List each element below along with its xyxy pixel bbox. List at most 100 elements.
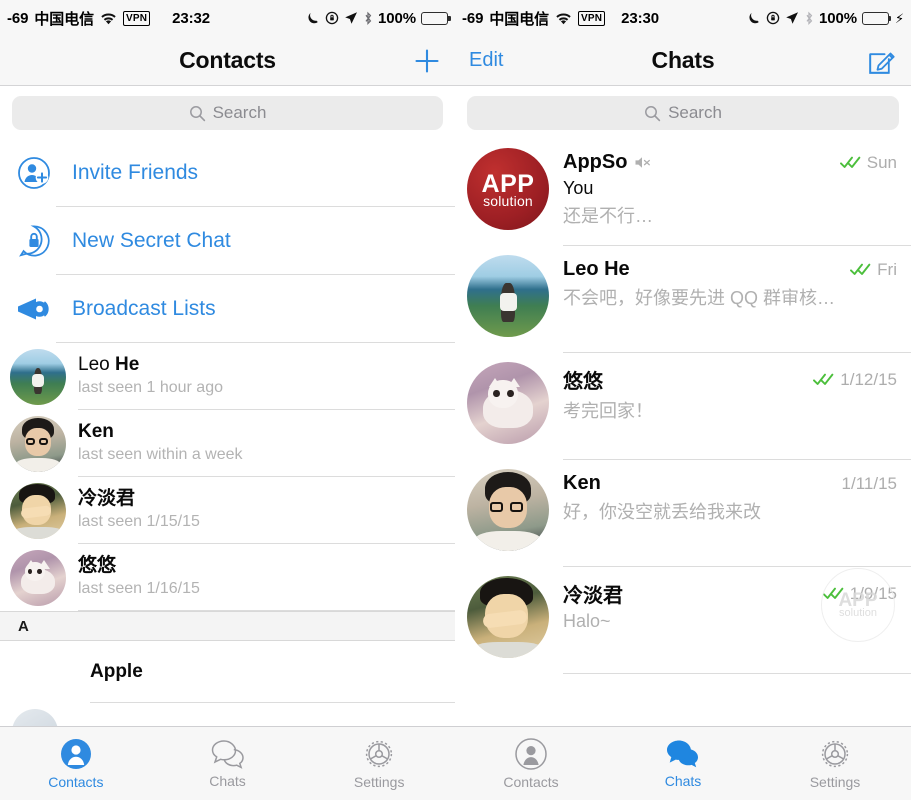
- tab-label: Chats: [209, 772, 246, 789]
- gear-icon: [819, 738, 851, 770]
- signal-strength: -69: [462, 9, 484, 27]
- edit-button[interactable]: Edit: [469, 49, 503, 72]
- clock-time: 23:32: [172, 9, 211, 27]
- chat-name: Leo He: [563, 258, 630, 280]
- tab-label: Contacts: [503, 773, 559, 790]
- tab-contacts[interactable]: Contacts: [455, 737, 607, 790]
- add-icon: [413, 47, 441, 75]
- bubbles-icon: [211, 739, 245, 769]
- chat-row[interactable]: Ken 1/11/15 好，你没空就丢给我来改: [455, 460, 911, 567]
- tab-bar-right: Contacts Chats Settings: [455, 726, 911, 800]
- charging-bolt-icon: ⚡: [894, 10, 904, 26]
- read-ticks-icon: [850, 263, 872, 276]
- contact-row[interactable]: 冷淡君 last seen 1/15/15: [0, 477, 455, 544]
- tab-label: Contacts: [48, 773, 104, 790]
- contact-status: last seen 1/15/15: [78, 512, 200, 530]
- section-header: A: [0, 611, 455, 641]
- clock-time: 23:30: [621, 9, 660, 27]
- chat-name: 冷淡君: [563, 585, 623, 607]
- chat-row[interactable]: 冷淡君 1/9/15 Halo~: [455, 567, 911, 674]
- search-input[interactable]: Search: [467, 96, 899, 130]
- tab-settings[interactable]: Settings: [303, 738, 455, 790]
- nav-bar-chats: Edit Chats: [455, 36, 911, 86]
- avatar: [12, 709, 58, 726]
- action-label: New Secret Chat: [56, 207, 455, 275]
- search-placeholder: Search: [212, 103, 267, 122]
- gear-icon: [363, 738, 395, 770]
- chat-time: 1/11/15: [841, 473, 897, 493]
- chat-sender: You: [563, 178, 594, 198]
- carrier-name: 中国电信: [34, 10, 94, 28]
- contact-name: Leo He: [78, 354, 140, 376]
- tab-bar-left: Contacts Chats Settings: [0, 726, 455, 800]
- read-ticks-icon: [813, 373, 835, 386]
- action-broadcast-lists[interactable]: Broadcast Lists: [0, 275, 455, 343]
- vpn-badge: VPN: [578, 10, 606, 26]
- partial-next-row[interactable]: [0, 703, 455, 726]
- moon-icon: [747, 11, 761, 25]
- chat-time: Sun: [866, 152, 897, 172]
- tab-contacts[interactable]: Contacts: [0, 738, 152, 790]
- search-section-right: Search: [455, 86, 911, 139]
- chat-row[interactable]: APP solution AppSo Sun You 还是不行…: [455, 139, 911, 246]
- contact-status: last seen 1/16/15: [78, 579, 200, 597]
- signal-strength: -69: [7, 9, 29, 27]
- battery-icon: [861, 11, 892, 25]
- chats-list[interactable]: APP solution AppSo Sun You 还是不行… Leo He …: [455, 139, 911, 726]
- avatar: [467, 353, 549, 460]
- avatar: [10, 415, 66, 472]
- tab-settings[interactable]: Settings: [759, 738, 911, 790]
- contact-name: Apple: [90, 641, 455, 703]
- action-label: Invite Friends: [56, 139, 455, 207]
- wifi-icon: [555, 12, 572, 25]
- tab-chats[interactable]: Chats: [152, 739, 304, 789]
- contact-row[interactable]: 悠悠 last seen 1/16/15: [0, 544, 455, 611]
- compose-button[interactable]: [867, 46, 897, 76]
- action-invite-friends[interactable]: Invite Friends: [0, 139, 455, 207]
- contact-name: Ken: [78, 421, 114, 443]
- contact-row[interactable]: Ken last seen within a week: [0, 410, 455, 477]
- action-label: Broadcast Lists: [56, 275, 455, 343]
- contact-status: last seen within a week: [78, 445, 243, 463]
- person-icon: [60, 738, 92, 770]
- contacts-list[interactable]: Invite Friends New Secret Chat Broadcast…: [0, 139, 455, 726]
- battery-percent: 100%: [378, 9, 416, 27]
- chat-preview: Halo~: [563, 611, 611, 631]
- megaphone-icon: [12, 295, 56, 323]
- avatar: APP solution: [467, 139, 549, 246]
- chat-time: 1/9/15: [849, 583, 897, 603]
- action-new-secret-chat[interactable]: New Secret Chat: [0, 207, 455, 275]
- read-ticks-icon: [839, 156, 862, 169]
- compose-icon: [867, 46, 897, 76]
- avatar: [467, 460, 549, 567]
- vpn-badge: VPN: [123, 10, 151, 26]
- chat-preview: 好，你没空就丢给我来改: [563, 502, 761, 522]
- chat-name: Ken: [563, 472, 601, 494]
- location-arrow-icon: [344, 11, 358, 25]
- contact-row-apple[interactable]: Apple: [0, 641, 455, 703]
- avatar: [10, 549, 66, 606]
- tab-chats[interactable]: Chats: [607, 739, 759, 789]
- chat-row[interactable]: 悠悠 1/12/15 考完回家！: [455, 353, 911, 460]
- add-contact-button[interactable]: [413, 47, 441, 75]
- search-input[interactable]: Search: [12, 96, 443, 130]
- person-icon: [515, 737, 547, 770]
- contact-name: 悠悠: [78, 555, 117, 577]
- chat-row[interactable]: Leo He Fri 不会吧，好像要先进 QQ 群审核…: [455, 246, 911, 353]
- location-arrow-icon: [785, 11, 799, 25]
- chat-time: Fri: [877, 259, 897, 279]
- rotation-lock-icon: [766, 11, 780, 25]
- tab-label: Chats: [664, 772, 702, 789]
- lock-bubble-icon: [12, 224, 56, 258]
- chat-preview: 不会吧，好像要先进 QQ 群审核…: [563, 288, 836, 308]
- contacts-screen: -69 中国电信 VPN 23:32 100% Contacts Search …: [0, 0, 455, 800]
- search-placeholder: Search: [668, 103, 722, 122]
- search-icon: [189, 105, 206, 122]
- tab-label: Settings: [353, 773, 405, 790]
- search-icon: [644, 105, 661, 122]
- nav-bar-contacts: Contacts: [0, 36, 455, 86]
- bubbles-icon: [666, 739, 700, 769]
- status-bar-left: -69 中国电信 VPN 23:32 100%: [0, 0, 455, 36]
- contact-row[interactable]: Leo He last seen 1 hour ago: [0, 343, 455, 410]
- chat-preview: 考完回家！: [563, 401, 653, 421]
